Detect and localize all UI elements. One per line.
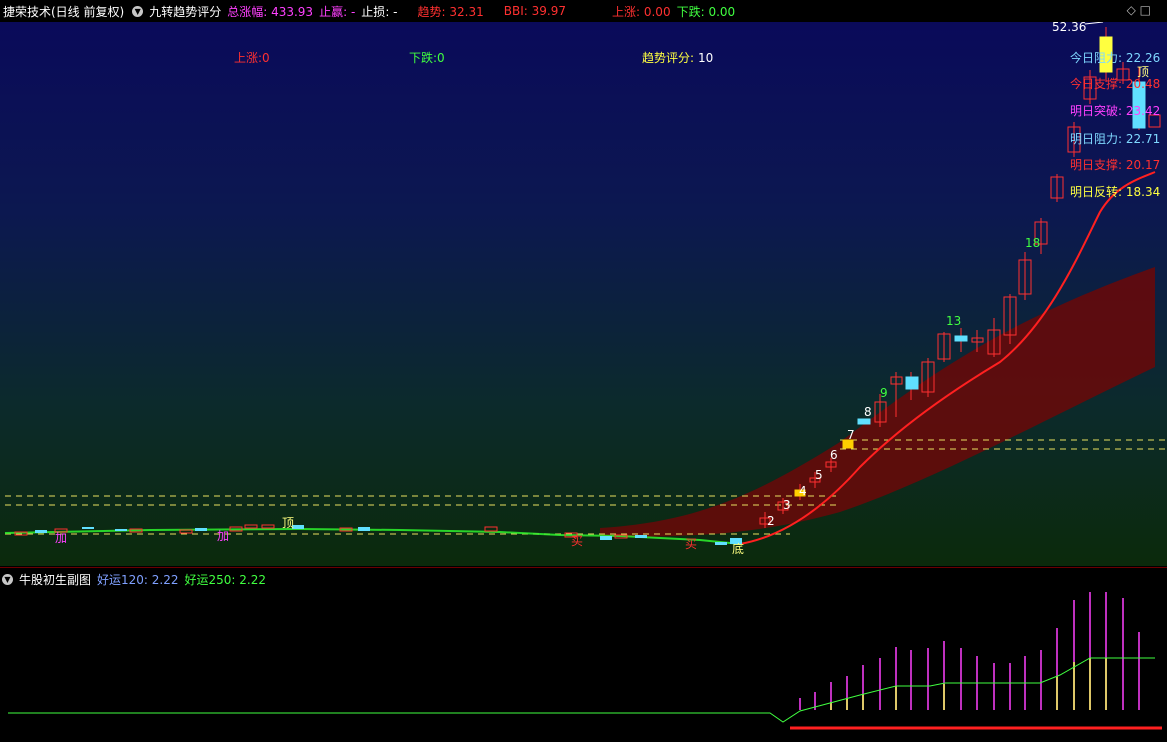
count-label: 4 [799, 484, 807, 498]
stat-up: 上涨: 0.00 [611, 4, 671, 19]
level-tomorrow-support: 明日支撑: 20.17 [1070, 158, 1161, 172]
good-luck-120: 好运120: 2.22 [97, 572, 179, 587]
sub-chart-title[interactable]: 牛股初生副图 [19, 571, 91, 588]
signal-add: 加 [55, 531, 68, 545]
count-label: 6 [830, 448, 838, 462]
window-control-icons[interactable]: ◇ □ [1127, 3, 1151, 17]
down-count: 下跌:0 [409, 51, 445, 65]
count-label: 2 [767, 514, 775, 528]
chevron-down-icon[interactable]: ▼ [2, 573, 13, 585]
candle [358, 527, 370, 531]
sub-chart-header: ▼ 牛股初生副图 好运120: 2.22 好运250: 2.22 [0, 567, 1167, 590]
level-tomorrow-breakout: 明日突破: 23.42 [1070, 104, 1161, 118]
stock-title[interactable]: 捷荣技术(日线 前复权) [3, 3, 124, 20]
candle [857, 418, 871, 425]
stat-trend: 趋势: 32.31 [417, 4, 484, 19]
signal-bottom: 底 [732, 542, 745, 556]
indicator-name[interactable]: 九转趋势评分 [149, 3, 221, 20]
candle [261, 524, 275, 529]
candle [35, 530, 47, 533]
level-tomorrow-reversal: 明日反转: 18.34 [1070, 185, 1161, 199]
candle [954, 335, 968, 342]
count-label: 9 [880, 386, 888, 400]
count-label: 13 [946, 314, 962, 328]
chart-header: 捷荣技术(日线 前复权) ▼ 九转趋势评分 总涨幅: 433.93 止赢: - … [0, 0, 1167, 23]
candle [600, 536, 612, 540]
yellow-histogram [830, 658, 1107, 710]
trend-score: 趋势评分: 10 [642, 51, 714, 65]
count-label: 7 [847, 428, 855, 442]
kline-canvas [4, 21, 1165, 545]
stat-total-gain: 总涨幅: 433.93 [227, 4, 314, 19]
count-label: 5 [815, 468, 823, 482]
high-marker-arrow [1084, 21, 1104, 25]
sub-indicator-chart[interactable] [0, 590, 1167, 739]
candle [82, 527, 94, 529]
sub-indicator-canvas [8, 592, 1162, 730]
level-today-resistance: 今日阻力: 22.26 [1070, 51, 1161, 65]
good-luck-line [8, 657, 1155, 723]
up-count: 上涨:0 [234, 51, 270, 65]
stat-take-profit: 止赢: - [319, 4, 356, 19]
stat-bbi: BBI: 39.97 [503, 4, 566, 18]
candle [115, 529, 127, 531]
candle [244, 524, 258, 529]
stat-down: 下跌: 0.00 [676, 4, 736, 19]
count-label: 18 [1025, 236, 1041, 250]
signal-add: 加 [217, 529, 230, 543]
level-tomorrow-resistance: 明日阻力: 22.71 [1070, 132, 1161, 146]
magenta-histogram [799, 592, 1140, 710]
chevron-down-icon[interactable]: ▼ [132, 5, 144, 17]
count-label: 8 [864, 405, 872, 419]
signal-buy: 买 [571, 534, 584, 548]
candle [905, 376, 919, 390]
signal-top-left: 顶 [282, 516, 295, 530]
candle [195, 528, 207, 531]
candle [179, 529, 193, 534]
count-label: 3 [783, 498, 791, 512]
candle [635, 535, 647, 538]
stat-stop-loss: 止损: - [361, 4, 398, 19]
level-today-support: 今日支撑: 20.48 [1070, 77, 1161, 91]
price-high-marker: 52.36 [1052, 20, 1087, 34]
candle [484, 526, 498, 532]
good-luck-250: 好运250: 2.22 [184, 572, 266, 587]
main-price-chart[interactable]: 上涨:0 下跌:0 趋势评分: 10 52.36 13 9 8 7 6 5 4 3… [0, 20, 1167, 566]
candle [715, 542, 727, 545]
signal-buy: 买 [685, 537, 698, 551]
